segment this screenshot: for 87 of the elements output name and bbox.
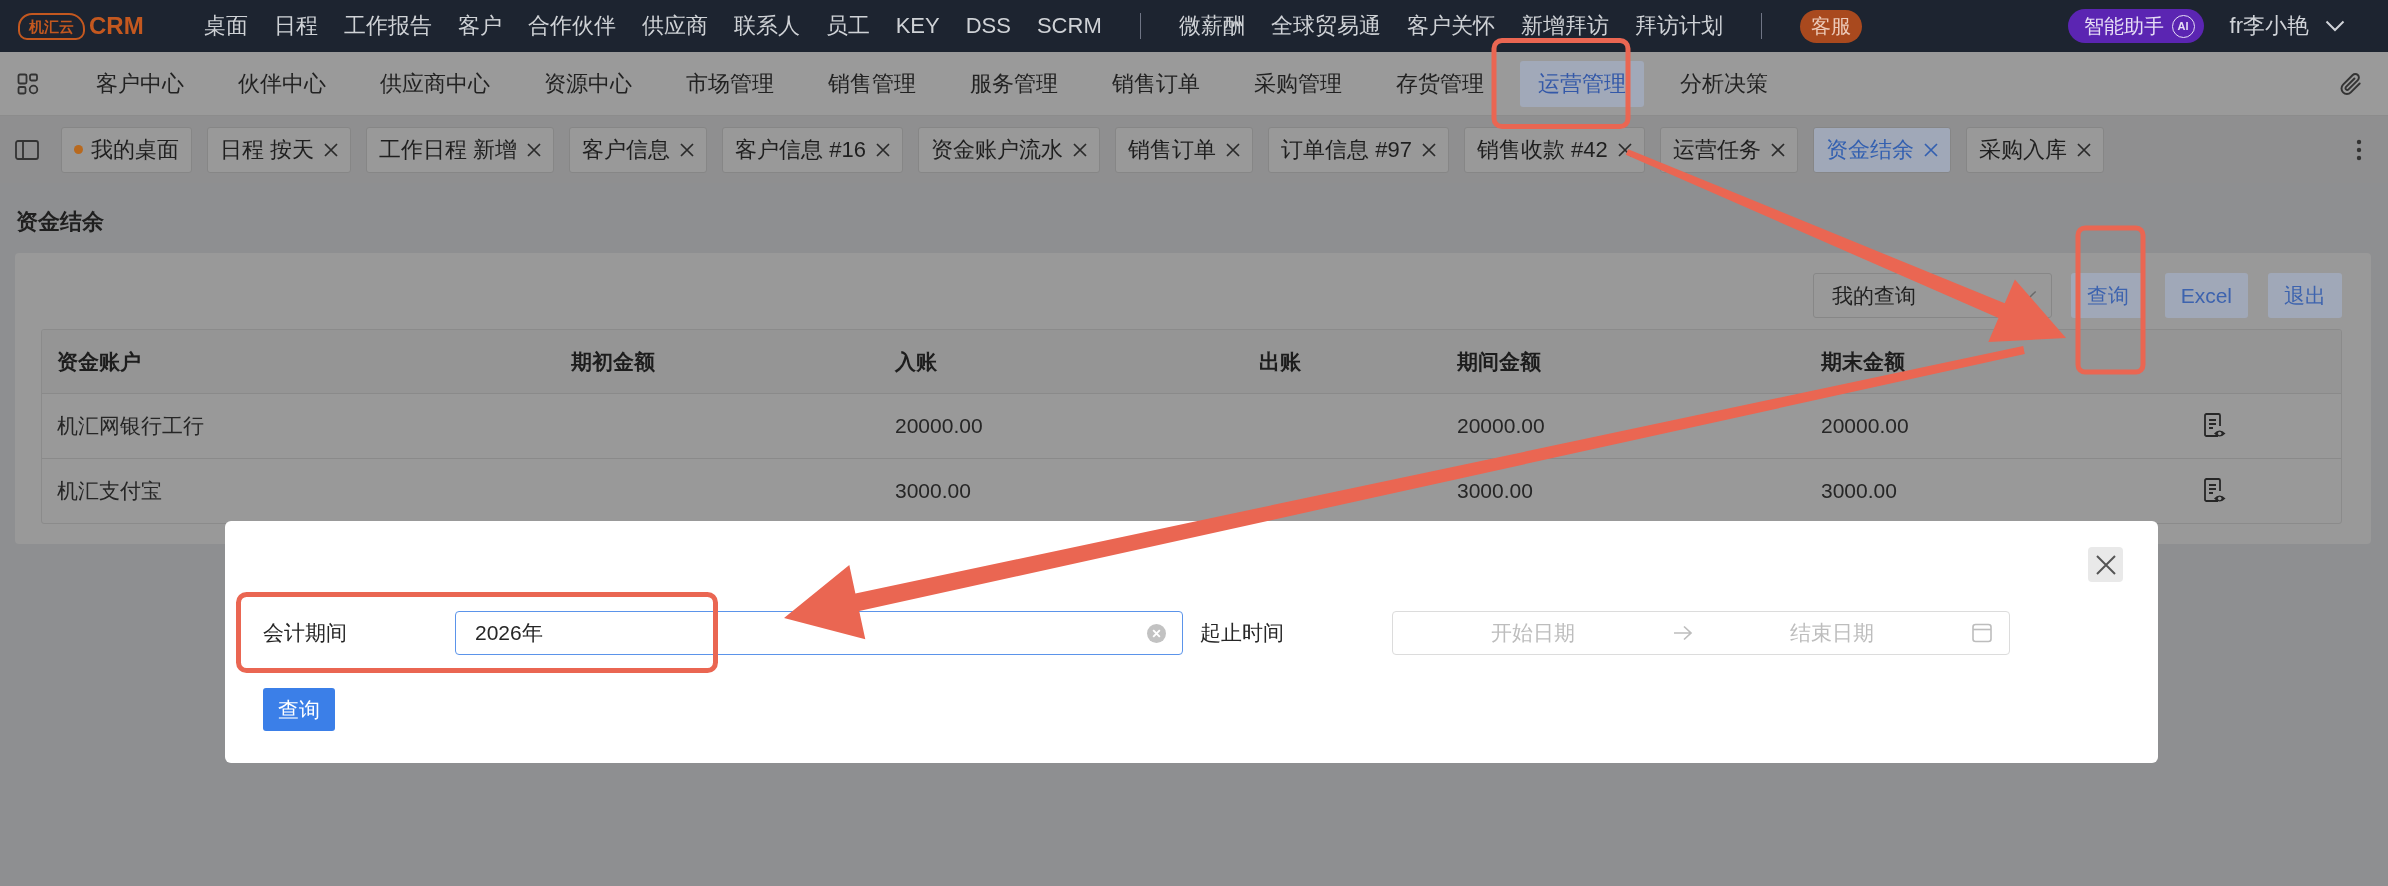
table-cell-text: 20000.00 — [1820, 413, 1910, 439]
table-cell-text: 3000.00 — [894, 478, 972, 504]
end-date-input[interactable]: 结束日期 — [1692, 618, 1972, 648]
menu-item[interactable]: KEY — [895, 11, 940, 41]
column-header: 期初金额 — [570, 348, 656, 375]
field-label: 起止时间 — [1200, 620, 1285, 646]
menu-item[interactable]: DSS — [965, 11, 1011, 41]
chevron-down-icon — [2325, 20, 2345, 32]
column-header: 期末金额 — [1820, 348, 1906, 375]
field-label: 会计期间 — [263, 620, 348, 646]
page-tab[interactable]: 日程 按天 — [207, 126, 352, 173]
close-icon[interactable] — [1421, 142, 1436, 157]
close-icon[interactable] — [1617, 142, 1632, 157]
module-nav-item[interactable]: 服务管理 — [952, 60, 1076, 107]
menu-item[interactable]: SCRM — [1036, 11, 1102, 41]
table-cell-text: 20000.00 — [894, 413, 984, 439]
start-date-input[interactable]: 开始日期 — [1393, 618, 1673, 648]
dialog-close-button[interactable] — [2088, 547, 2123, 582]
module-nav-item[interactable]: 市场管理 — [668, 60, 792, 107]
module-nav-item[interactable]: 销售订单 — [1094, 60, 1218, 107]
menu-item[interactable]: 拜访计划 — [1634, 11, 1723, 41]
close-icon[interactable] — [1226, 142, 1241, 157]
logo-text: CRM — [89, 12, 144, 40]
user-menu[interactable]: fr李小艳 — [2229, 11, 2345, 41]
date-range-field[interactable]: 开始日期 结束日期 — [1392, 611, 2010, 655]
column-header: 期间金额 — [1456, 348, 1542, 375]
close-icon[interactable] — [680, 142, 695, 157]
page-tab[interactable]: 订单信息 #97 — [1268, 126, 1449, 173]
menu-item[interactable]: 全球贸易通 — [1270, 11, 1381, 41]
query-button[interactable]: 查询 — [263, 688, 335, 731]
module-nav-item[interactable]: 销售管理 — [810, 60, 934, 107]
more-icon[interactable] — [2356, 138, 2362, 161]
column-header: 出账 — [1258, 348, 1302, 375]
document-view-icon[interactable] — [2203, 413, 2227, 439]
menu-item[interactable]: 客户关怀 — [1406, 11, 1495, 41]
page-tab[interactable]: 资金账户流水 — [918, 126, 1101, 173]
module-nav-item[interactable]: 客户中心 — [78, 60, 202, 107]
table-cell-text: 机汇支付宝 — [56, 478, 163, 504]
page-tab[interactable]: 我的桌面 — [61, 126, 192, 173]
menu-item[interactable]: 工作报告 — [343, 11, 432, 41]
module-nav-item[interactable]: 伙伴中心 — [220, 60, 344, 107]
arrow-right-icon — [1672, 625, 1693, 641]
column-header: 入账 — [894, 348, 938, 375]
close-icon[interactable] — [324, 142, 339, 157]
close-icon[interactable] — [1073, 142, 1088, 157]
module-nav-item[interactable]: 采购管理 — [1236, 60, 1360, 107]
menu-item[interactable]: 供应商 — [641, 11, 708, 41]
close-icon[interactable] — [2076, 142, 2091, 157]
accounting-period-field[interactable]: 2026年 — [455, 611, 1183, 655]
menu-item[interactable]: 新增拜访 — [1520, 11, 1609, 41]
module-nav-item[interactable]: 分析决策 — [1662, 60, 1786, 107]
page-tab[interactable]: 客户信息 #16 — [722, 126, 904, 173]
page-tab[interactable]: 工作日程 新增 — [366, 126, 555, 173]
table-cell-text: 机汇网银行工行 — [56, 413, 205, 439]
menu-item[interactable]: 微薪酬 — [1178, 11, 1245, 41]
close-icon — [2095, 554, 2116, 575]
status-dot-icon — [74, 145, 83, 154]
logo-badge: 机汇云 — [18, 12, 85, 40]
module-nav-item[interactable]: 供应商中心 — [362, 60, 508, 107]
module-nav-item[interactable]: 资源中心 — [526, 60, 650, 107]
menu-item[interactable]: 客户 — [457, 11, 502, 41]
document-view-icon[interactable] — [2203, 478, 2227, 504]
close-icon[interactable] — [876, 142, 891, 157]
page-tab[interactable]: 客户信息 — [569, 126, 708, 173]
column-header: 资金账户 — [56, 348, 142, 375]
page-title: 资金结余 — [16, 208, 105, 236]
table-cell-text: 20000.00 — [1456, 413, 1546, 439]
page-tab[interactable]: 销售订单 — [1115, 126, 1254, 173]
menu-item[interactable]: 联系人 — [733, 11, 800, 41]
page-tab[interactable]: 采购入库 — [1965, 126, 2104, 173]
close-icon[interactable] — [527, 142, 542, 157]
page-tab[interactable]: 运营任务 — [1659, 126, 1798, 173]
table-cell-text: 3000.00 — [1456, 478, 1534, 504]
close-icon[interactable] — [1923, 142, 1938, 157]
menu-item[interactable]: 日程 — [273, 11, 318, 41]
service-button[interactable]: 客服 — [1799, 9, 1862, 43]
page-tab[interactable]: 销售收款 #42 — [1463, 126, 1645, 173]
apps-icon[interactable] — [17, 72, 39, 95]
assistant-button[interactable]: 智能助手 AI — [2067, 9, 2204, 43]
close-icon[interactable] — [1770, 142, 1785, 157]
module-nav-item[interactable]: 存货管理 — [1378, 60, 1502, 107]
menu-item[interactable]: 合作伙伴 — [527, 11, 616, 41]
table-cell-text: 3000.00 — [1820, 478, 1898, 504]
paperclip-icon[interactable] — [2338, 70, 2364, 97]
sidebar-toggle-icon[interactable] — [15, 139, 39, 160]
menu-item[interactable]: 员工 — [825, 11, 870, 41]
menu-item[interactable]: 桌面 — [203, 11, 248, 41]
